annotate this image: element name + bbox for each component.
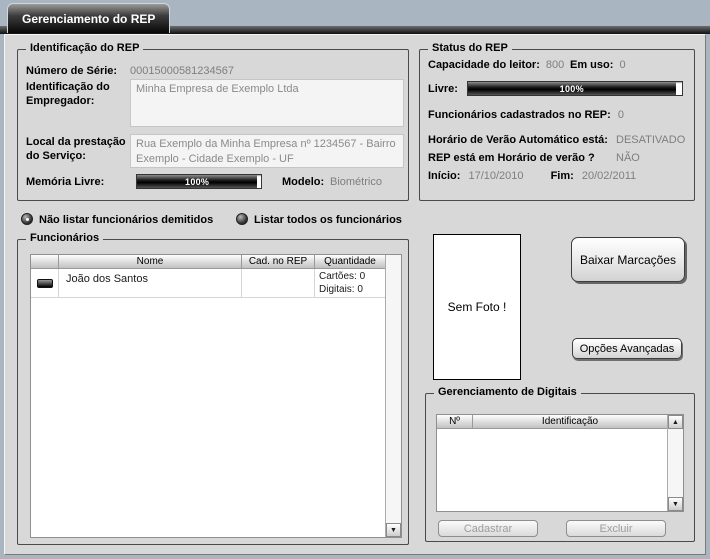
- radio-listar-todos[interactable]: [236, 213, 248, 225]
- value-funcionarios-cadastrados: 0: [618, 109, 624, 121]
- label-identificacao-empregador: Identificação do Empregador:: [26, 81, 126, 109]
- opcoes-avancadas-button[interactable]: Opções Avançadas: [572, 338, 682, 359]
- digitais-scrollbar[interactable]: ▲ ▼: [667, 415, 683, 511]
- value-horario-verao-automatico: DESATIVADO: [616, 134, 685, 146]
- cell-cad-no-rep: [242, 269, 315, 297]
- funcionarios-list: Nome Cad. no REP Quantidade João dos San…: [30, 254, 402, 538]
- digitais-list-main: Nº Identificação: [437, 415, 667, 511]
- label-local-prestacao: Local da prestação do Serviço:: [26, 136, 132, 164]
- label-fim: Fim:: [551, 170, 574, 182]
- table-row[interactable]: João dos Santos Cartões: 0 Digitais: 0: [31, 269, 385, 298]
- cell-quantidade: Cartões: 0 Digitais: 0: [315, 269, 385, 297]
- cadastrar-button[interactable]: Cadastrar: [438, 520, 538, 537]
- funcionarios-scrollbar[interactable]: ▼: [385, 255, 401, 537]
- value-em-uso: 0: [619, 59, 625, 71]
- label-numero-serie: Número de Série:: [26, 65, 117, 79]
- header-cell-identificacao[interactable]: Identificação: [473, 415, 667, 429]
- label-capacidade-leitor: Capacidade do leitor:: [428, 59, 540, 71]
- rep-management-window: Gerenciamento do REP Identificação do RE…: [0, 0, 710, 559]
- cadastrar-label: Cadastrar: [464, 523, 512, 535]
- progressbar-livre-fill: 100%: [468, 82, 676, 95]
- digitais-table-header: Nº Identificação: [437, 415, 667, 429]
- baixar-marcacoes-button[interactable]: Baixar Marcações: [571, 237, 685, 282]
- progressbar-memoria-livre: 100%: [136, 174, 262, 189]
- scroll-up-button[interactable]: ▲: [668, 415, 683, 429]
- group-status-legend: Status do REP: [428, 42, 512, 54]
- label-memoria-livre: Memória Livre:: [26, 176, 104, 190]
- excluir-label: Excluir: [599, 523, 632, 535]
- value-inicio: 17/10/2010: [468, 170, 523, 182]
- main-panel: Identificação do REP Número de Série: 00…: [4, 34, 706, 555]
- tab-title: Gerenciamento do REP: [22, 12, 155, 26]
- label-funcionarios-cadastrados: Funcionários cadastrados no REP:: [428, 109, 611, 121]
- cell-quantidade-cartoes: Cartões: 0: [315, 270, 385, 283]
- group-gerenciamento-digitais: Gerenciamento de Digitais Nº Identificaç…: [425, 393, 695, 542]
- funcionarios-table-header: Nome Cad. no REP Quantidade: [31, 255, 385, 269]
- field-local-prestacao: Rua Exemplo da Minha Empresa nº 1234567 …: [130, 134, 404, 168]
- baixar-marcacoes-label: Baixar Marcações: [580, 253, 676, 267]
- header-cell-select[interactable]: [31, 255, 59, 269]
- radio-selected-dot: [26, 218, 29, 221]
- group-funcionarios-legend: Funcionários: [26, 232, 103, 244]
- scroll-up-icon: ▲: [672, 419, 679, 426]
- tab-gerenciamento-rep[interactable]: Gerenciamento do REP: [7, 3, 170, 33]
- value-capacidade-leitor: 800: [546, 59, 564, 71]
- group-digitais-legend: Gerenciamento de Digitais: [434, 386, 581, 398]
- value-fim: 20/02/2011: [582, 170, 636, 182]
- group-identificacao-legend: Identificação do REP: [26, 42, 143, 54]
- photo-placeholder: Sem Foto !: [433, 234, 521, 380]
- cell-select: [31, 269, 59, 297]
- excluir-button[interactable]: Excluir: [566, 520, 666, 537]
- value-rep-horario-verao: NÃO: [616, 152, 640, 164]
- label-rep-horario-verao: REP está em Horário de verão ?: [428, 152, 595, 164]
- funcionarios-list-main: Nome Cad. no REP Quantidade João dos San…: [31, 255, 385, 537]
- value-modelo: Biométrico: [330, 176, 382, 188]
- label-inicio: Início:: [428, 170, 460, 182]
- header-cell-nome[interactable]: Nome: [59, 255, 242, 269]
- header-cell-cad-no-rep[interactable]: Cad. no REP: [242, 255, 315, 269]
- radio-listar-todos-label[interactable]: Listar todos os funcionários: [254, 214, 402, 228]
- photo-placeholder-text: Sem Foto !: [448, 300, 507, 314]
- field-identificacao-empregador: Minha Empresa de Exemplo Ltda: [130, 79, 404, 127]
- label-livre: Livre:: [428, 83, 458, 97]
- label-horario-verao-automatico: Horário de Verão Automático está:: [428, 134, 608, 146]
- row-select-button[interactable]: [37, 279, 53, 288]
- scroll-down-button-digitais[interactable]: ▼: [668, 497, 683, 511]
- header-cell-numero[interactable]: Nº: [437, 415, 473, 429]
- group-identificacao-rep: Identificação do REP Número de Série: 00…: [17, 49, 409, 201]
- radio-nao-listar-demitidos[interactable]: [21, 213, 33, 225]
- scroll-down-button[interactable]: ▼: [386, 523, 401, 537]
- group-funcionarios: Funcionários Nome Cad. no REP Quantidade…: [17, 239, 409, 545]
- header-cell-quantidade[interactable]: Quantidade: [315, 255, 385, 269]
- cell-nome: João dos Santos: [59, 269, 242, 297]
- label-modelo: Modelo:: [282, 176, 324, 190]
- radio-nao-listar-label[interactable]: Não listar funcionários demitidos: [39, 214, 213, 228]
- progressbar-livre: 100%: [467, 81, 683, 96]
- digitais-list: Nº Identificação ▲ ▼: [436, 414, 684, 512]
- scroll-down-icon: ▼: [390, 527, 397, 534]
- opcoes-avancadas-label: Opções Avançadas: [580, 343, 675, 355]
- value-numero-serie: 00015000581234567: [130, 65, 234, 77]
- scroll-down-icon-digitais: ▼: [672, 501, 679, 508]
- label-em-uso: Em uso:: [570, 59, 613, 71]
- progressbar-memoria-fill: 100%: [137, 175, 257, 188]
- cell-quantidade-digitais: Digitais: 0: [315, 283, 385, 296]
- group-status-rep: Status do REP Capacidade do leitor: 800 …: [419, 49, 695, 201]
